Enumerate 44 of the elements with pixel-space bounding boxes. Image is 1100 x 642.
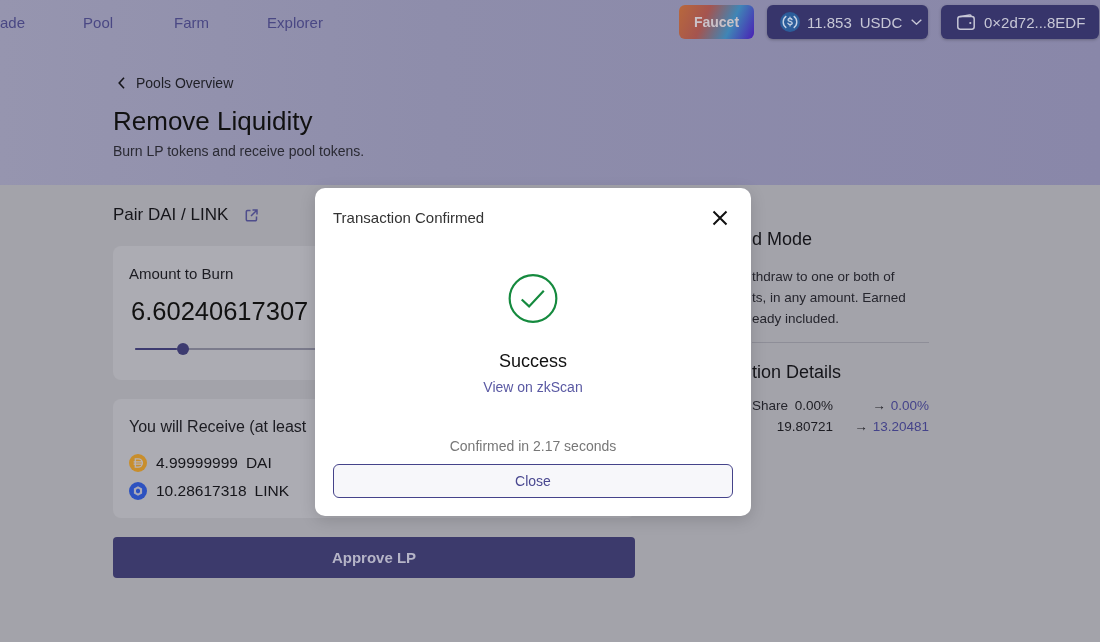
section-title: tion Details (752, 361, 842, 384)
approve-button[interactable]: Approve LP (113, 537, 635, 578)
page-title: Remove Liquidity (113, 105, 313, 137)
nav-link[interactable]: Pool (83, 13, 114, 31)
description-line: thdraw to one or both of (752, 268, 895, 286)
description-line: ts, in any amount. Earned (752, 289, 906, 307)
wallet-button[interactable]: 0×2d72...8EDF (941, 5, 1099, 39)
amount-label: Amount to Burn (129, 265, 234, 283)
slider-thumb[interactable] (176, 343, 189, 355)
token-symbol: LINK (254, 482, 289, 500)
chevron-down-icon (911, 19, 923, 25)
token-amount: 10.28617318 (156, 482, 247, 500)
detail-old-value: 19.80721 (776, 418, 833, 436)
close-icon[interactable] (712, 209, 728, 226)
token-symbol: DAI (245, 454, 272, 472)
page-subtitle: Burn LP tokens and receive pool tokens. (113, 142, 365, 160)
amount-value: 6.60240617307 (131, 296, 309, 327)
receive-label: You will Receive (at least (129, 418, 307, 436)
description-line: eady included. (752, 310, 840, 328)
external-link-icon[interactable] (245, 208, 259, 222)
change-arrow: → (854, 418, 868, 436)
nav-link[interactable]: Farm (174, 13, 210, 31)
token-amount: 4.99999999 (156, 454, 238, 472)
nav-link[interactable]: ade (0, 13, 26, 31)
check-circle-icon (508, 273, 558, 323)
detail-new-value: 0.00% (890, 397, 929, 415)
close-button[interactable]: Close (333, 463, 733, 498)
faucet-button[interactable]: Faucet (679, 5, 754, 39)
confirmation-time: Confirmed in 2.17 seconds (449, 436, 617, 456)
back-link[interactable]: Pools Overview (118, 74, 234, 92)
dialog-title: Transaction Confirmed (333, 209, 485, 227)
pair-title: Pair DAI / LINK (113, 205, 229, 225)
wallet-icon (957, 14, 975, 30)
balance-button[interactable]: 11.853 USDC (767, 5, 928, 39)
change-arrow: → (872, 397, 886, 415)
detail-new-value: 13.20481 (872, 418, 929, 436)
detail-old-value: 0.00% (794, 397, 833, 415)
status-text: Success (499, 349, 567, 373)
zkscan-link[interactable]: View on zkScan (483, 376, 583, 397)
nav-link[interactable]: Explorer (267, 13, 323, 31)
dollar-coin-icon (780, 12, 800, 32)
chevron-left-icon (118, 77, 125, 89)
detail-label: Share (752, 397, 789, 415)
section-title: d Mode (752, 228, 813, 251)
